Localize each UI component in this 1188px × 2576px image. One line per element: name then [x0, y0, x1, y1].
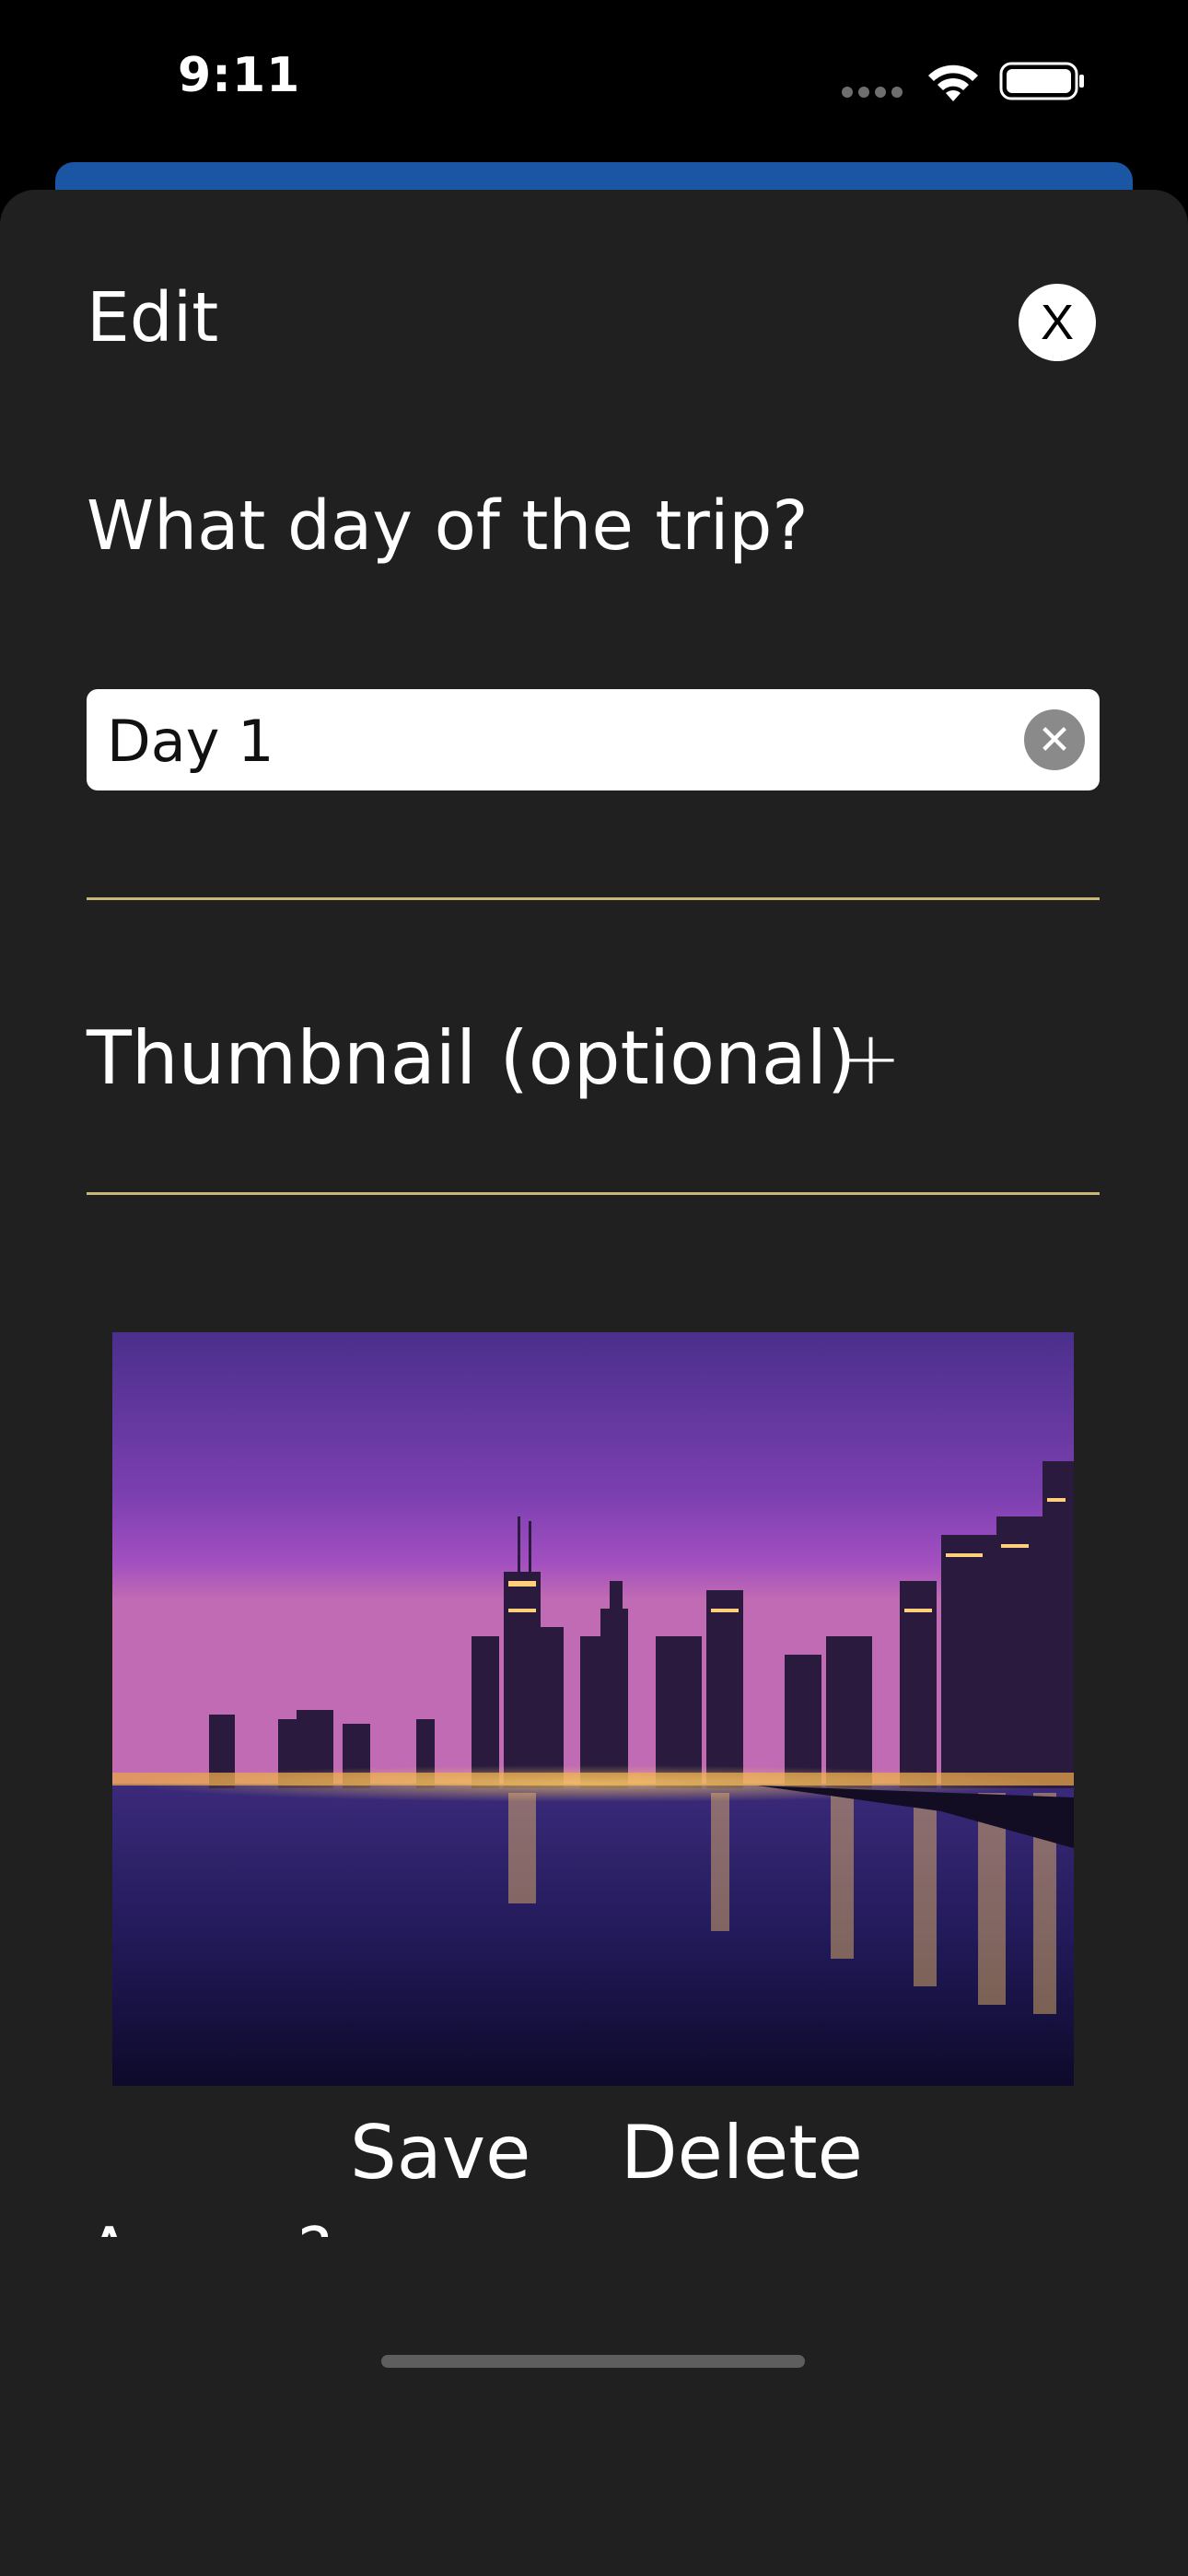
day-field[interactable]: ✕	[87, 689, 1100, 792]
battery-icon	[999, 62, 1084, 100]
signal-dots-icon	[842, 87, 906, 100]
wifi-icon	[928, 64, 978, 101]
thumbnail-image	[112, 1332, 1074, 2086]
divider	[87, 1192, 1100, 1195]
day-input[interactable]	[105, 689, 993, 792]
thumbnail-label: Thumbnail (optional)	[87, 1015, 856, 1101]
sheet-title: Edit	[87, 278, 219, 357]
save-button[interactable]: Save	[350, 2110, 530, 2195]
add-thumbnail-button[interactable]: +	[840, 1015, 902, 1101]
day-question-label: What day of the trip?	[87, 486, 809, 566]
status-time: 9:11	[178, 48, 301, 103]
close-button[interactable]: X	[1019, 284, 1096, 361]
edit-sheet: Edit X What day of the trip? ✕ Thumbnail…	[0, 190, 1188, 2576]
home-indicator	[381, 2355, 805, 2368]
status-bar: 9:11	[0, 0, 1188, 161]
action-bar	[0, 2237, 1188, 2576]
delete-button[interactable]: Delete	[621, 2110, 863, 2195]
divider	[87, 897, 1100, 900]
clear-circle-icon[interactable]: ✕	[1024, 709, 1085, 770]
